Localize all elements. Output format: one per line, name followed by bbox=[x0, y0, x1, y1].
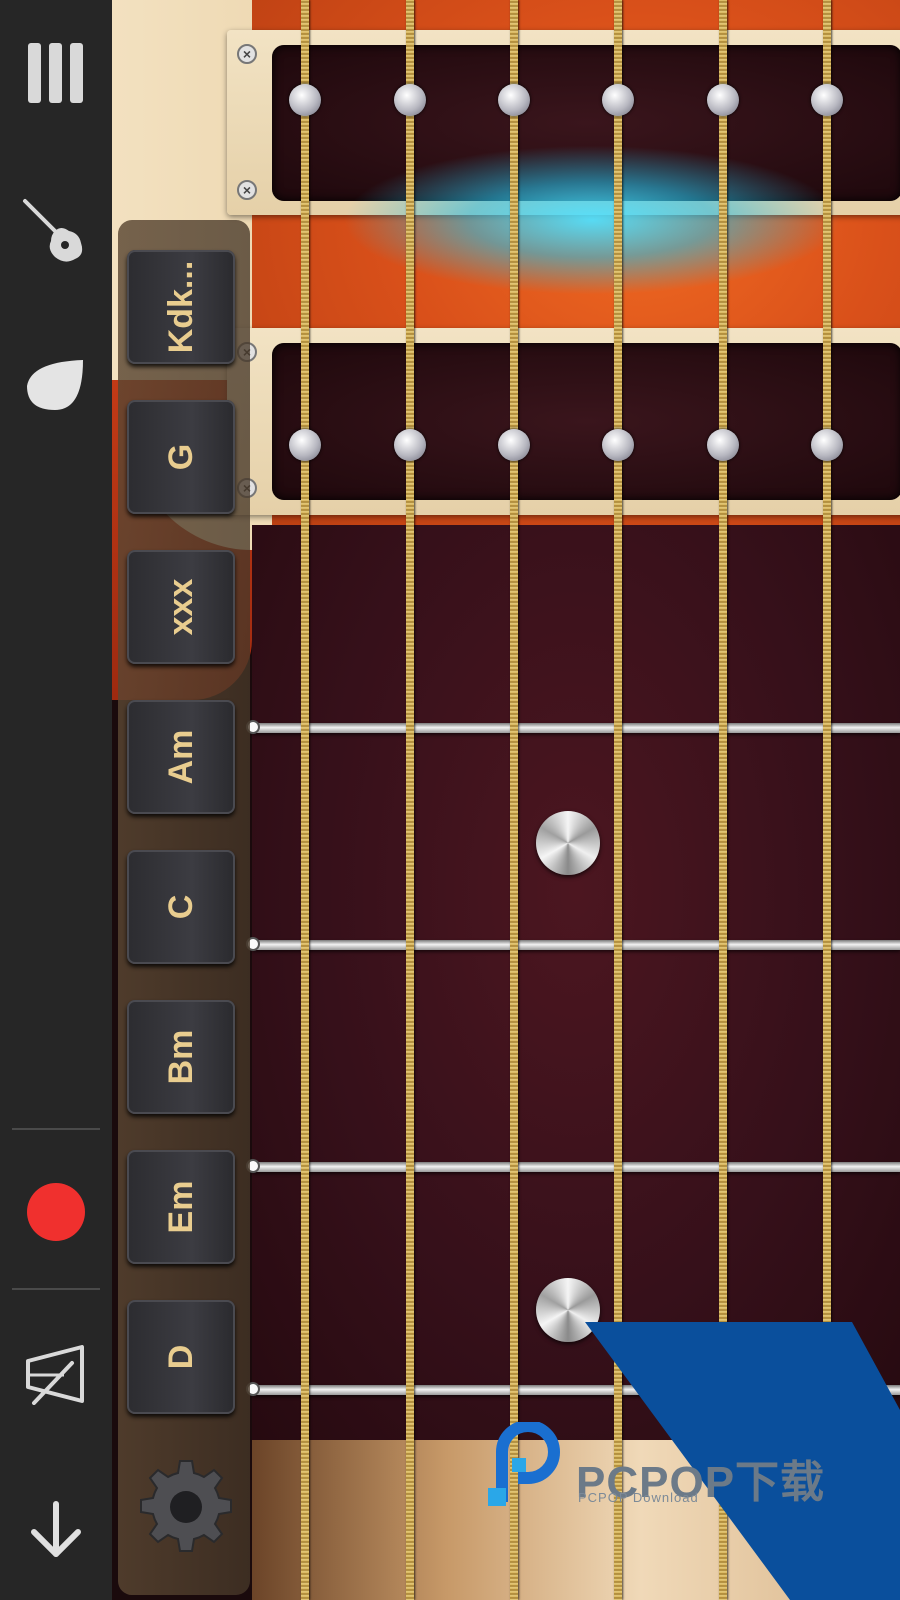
chord-panel: Kdk... G xxx Am C Bm Em D bbox=[118, 220, 250, 1595]
chord-button[interactable]: Em bbox=[127, 1150, 235, 1264]
pickup-pole bbox=[289, 429, 321, 461]
guitar-icon bbox=[23, 199, 83, 262]
fret-inlay bbox=[536, 1278, 600, 1342]
pickup-pole bbox=[811, 84, 843, 116]
menu-bars-icon bbox=[28, 43, 83, 103]
chord-label: xxx bbox=[161, 578, 200, 636]
guitar-string[interactable] bbox=[510, 0, 518, 1600]
pickup-pole bbox=[707, 429, 739, 461]
left-toolbar bbox=[0, 0, 112, 1600]
toolbar-divider bbox=[12, 1128, 100, 1130]
pickup-pole bbox=[289, 84, 321, 116]
arrow-down-icon bbox=[31, 1501, 81, 1557]
pickup-pole bbox=[811, 429, 843, 461]
metronome-icon bbox=[26, 1345, 84, 1405]
string-glow bbox=[342, 145, 842, 295]
fret bbox=[246, 720, 900, 734]
pick-button[interactable] bbox=[0, 345, 112, 425]
fret-inlay bbox=[536, 811, 600, 875]
screw-icon: × bbox=[237, 180, 257, 200]
fret bbox=[246, 1382, 900, 1396]
gear-icon bbox=[140, 1460, 232, 1552]
screw-icon: × bbox=[237, 44, 257, 64]
settings-button[interactable] bbox=[134, 1455, 238, 1559]
menu-button[interactable] bbox=[0, 32, 112, 116]
guitar-string[interactable] bbox=[406, 0, 414, 1600]
pickup-pole bbox=[707, 84, 739, 116]
instrument-button[interactable] bbox=[0, 185, 112, 275]
chord-label: Kdk... bbox=[161, 260, 200, 354]
chord-label: Em bbox=[161, 1180, 200, 1234]
chord-button[interactable]: Bm bbox=[127, 1000, 235, 1114]
chord-button[interactable]: D bbox=[127, 1300, 235, 1414]
record-button[interactable] bbox=[0, 1172, 112, 1252]
fret bbox=[246, 937, 900, 951]
toolbar-divider bbox=[12, 1288, 100, 1290]
chord-button[interactable]: Kdk... bbox=[127, 250, 235, 364]
chord-label: C bbox=[161, 894, 200, 920]
watermark-subtitle: PCPOP Download bbox=[578, 1490, 699, 1505]
chord-label: D bbox=[161, 1344, 200, 1370]
pcpop-logo-icon bbox=[488, 1422, 560, 1506]
chord-button[interactable]: G bbox=[127, 400, 235, 514]
download-button[interactable] bbox=[0, 1490, 112, 1570]
record-icon bbox=[27, 1183, 85, 1241]
pickup-pole bbox=[394, 84, 426, 116]
fret bbox=[246, 1159, 900, 1173]
chord-label: Am bbox=[161, 729, 200, 785]
bridge-pickup: × × bbox=[227, 328, 900, 515]
pickup-pole bbox=[498, 84, 530, 116]
chord-label: Bm bbox=[161, 1029, 200, 1085]
guitar-string[interactable] bbox=[614, 0, 622, 1600]
chord-button[interactable]: xxx bbox=[127, 550, 235, 664]
chord-button[interactable]: C bbox=[127, 850, 235, 964]
pickup-pole bbox=[602, 429, 634, 461]
pickup-pole bbox=[602, 84, 634, 116]
guitar-string[interactable] bbox=[823, 0, 831, 1600]
fretboard[interactable] bbox=[246, 525, 900, 1440]
chord-button[interactable]: Am bbox=[127, 700, 235, 814]
guitar-pick-icon bbox=[27, 360, 83, 410]
guitar-string[interactable] bbox=[301, 0, 309, 1600]
metronome-button[interactable] bbox=[0, 1330, 112, 1420]
guitar-string[interactable] bbox=[719, 0, 727, 1600]
pickup-pole bbox=[498, 429, 530, 461]
chord-label: G bbox=[161, 443, 200, 471]
pickup-pole bbox=[394, 429, 426, 461]
